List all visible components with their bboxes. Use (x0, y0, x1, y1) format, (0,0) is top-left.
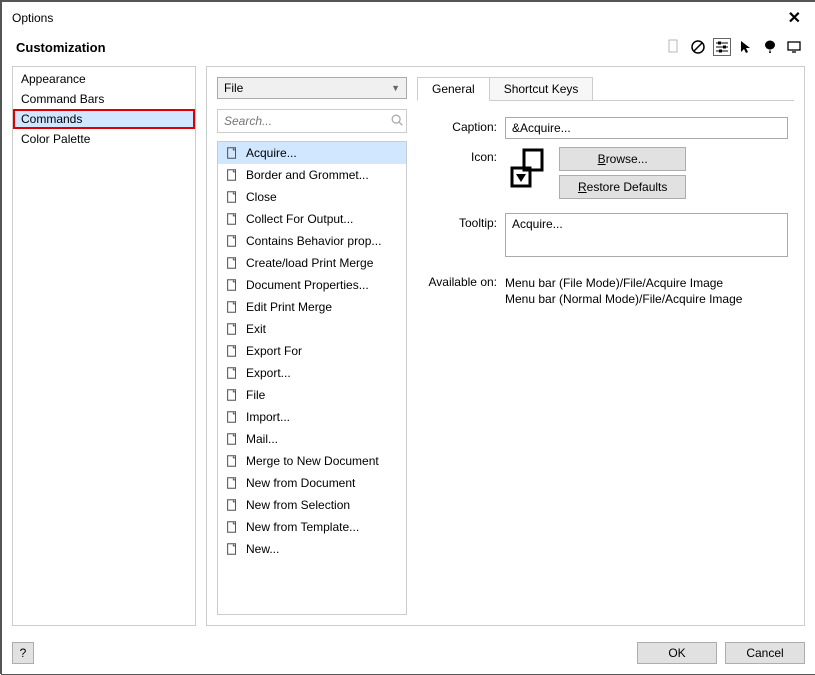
command-icon (224, 299, 240, 315)
command-label: Merge to New Document (246, 454, 379, 468)
command-icon (224, 145, 240, 161)
command-label: Create/load Print Merge (246, 256, 373, 270)
command-label: New from Selection (246, 498, 350, 512)
command-item[interactable]: New from Selection (218, 494, 406, 516)
command-item[interactable]: File (218, 384, 406, 406)
ok-button[interactable]: OK (637, 642, 717, 664)
sidebar-item-color-palette[interactable]: Color Palette (13, 129, 195, 149)
command-item[interactable]: Border and Grommet... (218, 164, 406, 186)
command-item[interactable]: Export... (218, 362, 406, 384)
command-list[interactable]: Acquire... Border and Grommet... Close Coll… (218, 142, 406, 614)
icon-preview (505, 147, 553, 189)
close-icon[interactable]: ✕ (782, 8, 807, 28)
command-icon (224, 431, 240, 447)
command-icon (224, 277, 240, 293)
sliders-icon[interactable] (713, 38, 731, 56)
command-label: File (246, 388, 265, 402)
search-input[interactable] (218, 110, 387, 132)
command-item[interactable]: New from Document (218, 472, 406, 494)
command-label: Contains Behavior prop... (246, 234, 381, 248)
command-icon (224, 167, 240, 183)
command-item[interactable]: Export For (218, 340, 406, 362)
command-item[interactable]: New from Template... (218, 516, 406, 538)
monitor-icon[interactable] (785, 38, 803, 56)
command-label: Exit (246, 322, 266, 336)
available-on-label: Available on: (423, 275, 505, 307)
command-icon (224, 475, 240, 491)
command-item[interactable]: Contains Behavior prop... (218, 230, 406, 252)
header-label: Customization (16, 40, 106, 55)
command-icon (224, 211, 240, 227)
command-item[interactable]: Acquire... (218, 142, 406, 164)
command-item[interactable]: Document Properties... (218, 274, 406, 296)
available-on-values: Menu bar (File Mode)/File/Acquire Image … (505, 275, 788, 307)
command-icon (224, 409, 240, 425)
command-item[interactable]: Close (218, 186, 406, 208)
tab-shortcut-keys[interactable]: Shortcut Keys (489, 77, 594, 101)
window-title: Options (12, 11, 53, 25)
command-icon (224, 321, 240, 337)
command-icon (224, 497, 240, 513)
command-label: Edit Print Merge (246, 300, 332, 314)
help-button[interactable]: ? (12, 642, 34, 664)
sidebar-item-command-bars[interactable]: Command Bars (13, 89, 195, 109)
command-label: Export... (246, 366, 291, 380)
browse-button[interactable]: Browse... (559, 147, 686, 171)
header-toolbar (665, 38, 803, 56)
tab-general[interactable]: General (417, 77, 490, 101)
tooltip-input[interactable]: Acquire... (505, 213, 788, 257)
tooltip-label: Tooltip: (423, 213, 505, 230)
command-label: Mail... (246, 432, 278, 446)
restore-defaults-button[interactable]: Restore Defaults (559, 175, 686, 199)
new-document-icon[interactable] (665, 38, 683, 56)
command-label: Export For (246, 344, 302, 358)
category-combo[interactable]: File ▼ (217, 77, 407, 99)
chevron-down-icon: ▼ (391, 83, 400, 93)
category-combo-value: File (224, 81, 243, 95)
icon-label: Icon: (423, 147, 505, 164)
command-label: New from Document (246, 476, 355, 490)
command-icon (224, 541, 240, 557)
sidebar: Appearance Command Bars Commands Color P… (12, 66, 196, 626)
command-item[interactable]: New... (218, 538, 406, 560)
command-icon (224, 189, 240, 205)
command-item[interactable]: Create/load Print Merge (218, 252, 406, 274)
sidebar-item-appearance[interactable]: Appearance (13, 69, 195, 89)
command-label: Document Properties... (246, 278, 369, 292)
cancel-button[interactable]: Cancel (725, 642, 805, 664)
command-label: New... (246, 542, 279, 556)
command-item[interactable]: Exit (218, 318, 406, 340)
command-item[interactable]: Import... (218, 406, 406, 428)
command-icon (224, 255, 240, 271)
command-item[interactable]: Mail... (218, 428, 406, 450)
command-icon (224, 387, 240, 403)
command-label: Import... (246, 410, 290, 424)
command-label: Acquire... (246, 146, 297, 160)
command-icon (224, 343, 240, 359)
command-item[interactable]: Merge to New Document (218, 450, 406, 472)
command-icon (224, 519, 240, 535)
search-icon[interactable] (387, 113, 406, 130)
cursor-icon[interactable] (737, 38, 755, 56)
command-item[interactable]: Edit Print Merge (218, 296, 406, 318)
sidebar-item-commands[interactable]: Commands (13, 109, 195, 129)
balloon-icon[interactable] (761, 38, 779, 56)
command-icon (224, 365, 240, 381)
command-icon (224, 453, 240, 469)
caption-input[interactable] (505, 117, 788, 139)
command-label: Collect For Output... (246, 212, 353, 226)
command-icon (224, 233, 240, 249)
globe-disabled-icon[interactable] (689, 38, 707, 56)
command-item[interactable]: Collect For Output... (218, 208, 406, 230)
caption-label: Caption: (423, 117, 505, 134)
command-label: Close (246, 190, 277, 204)
command-label: Border and Grommet... (246, 168, 369, 182)
command-label: New from Template... (246, 520, 359, 534)
